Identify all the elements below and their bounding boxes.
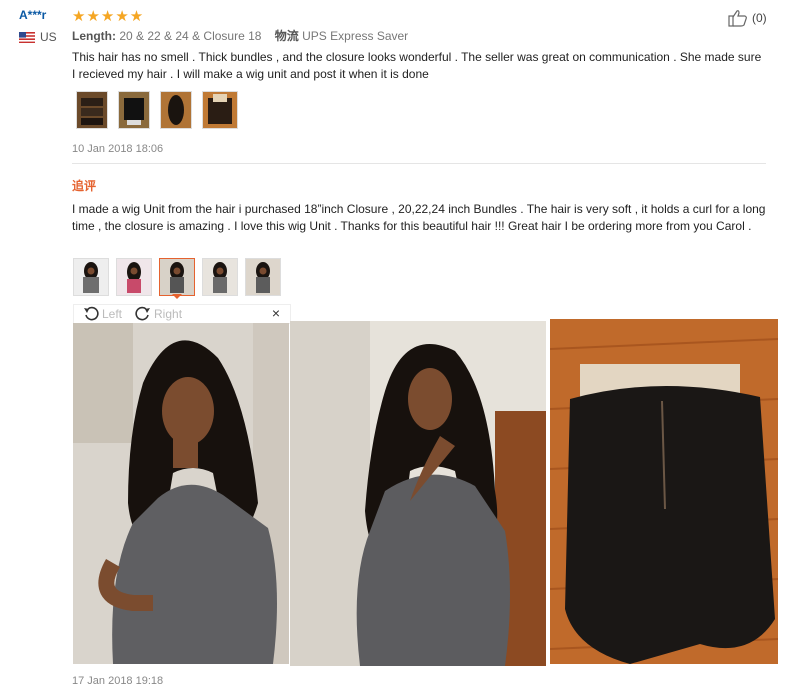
helpful-count: (0) — [752, 11, 767, 25]
us-flag-icon — [19, 31, 35, 43]
review-photo-thumb[interactable] — [76, 91, 108, 129]
photo-closure — [550, 319, 778, 664]
divider — [72, 163, 766, 164]
rotate-left-button[interactable]: Left — [82, 306, 122, 322]
close-icon[interactable]: × — [272, 305, 280, 321]
review-date: 10 Jan 2018 18:06 — [72, 143, 164, 155]
rotate-right-icon — [135, 306, 151, 321]
country-code: US — [40, 30, 57, 44]
helpful-button[interactable]: (0) — [728, 9, 767, 27]
rotate-right-button[interactable]: Right — [134, 306, 182, 322]
additional-photo-thumb[interactable] — [245, 258, 281, 296]
additional-review-date: 17 Jan 2018 19:18 — [72, 675, 164, 687]
product-attributes: Length: 20 & 22 & 24 & Closure 18 物流 UPS… — [72, 27, 408, 44]
review-text: This hair has no smell . Thick bundles ,… — [72, 50, 762, 81]
additional-review-label: 追评 — [72, 179, 97, 193]
review-photo-thumb[interactable] — [202, 91, 238, 129]
length-label: Length: — [72, 29, 116, 43]
photo-wig-front — [73, 323, 289, 664]
rotate-left-label: Left — [102, 307, 123, 321]
selected-thumb-pointer — [172, 294, 182, 299]
rotate-right-label: Right — [154, 307, 183, 321]
thumbs-up-icon — [728, 10, 747, 27]
additional-photo-thumb[interactable] — [202, 258, 238, 296]
photo-wig-side — [290, 321, 546, 666]
rotate-left-icon — [84, 306, 99, 321]
star-rating: ★★★★★ — [72, 8, 145, 25]
image-viewer-toolbar: Left Right × — [73, 304, 291, 324]
shipping-label: 物流 — [274, 29, 299, 43]
additional-photo-thumb[interactable] — [116, 258, 152, 296]
review-photo-thumb[interactable] — [118, 91, 150, 129]
additional-photo-thumb[interactable] — [73, 258, 109, 296]
additional-photo-thumb-selected[interactable] — [159, 258, 195, 296]
review-photo-thumb[interactable] — [160, 91, 192, 129]
reviewer-country: US — [19, 30, 57, 44]
additional-review-text: I made a wig Unit from the hair i purcha… — [72, 202, 766, 233]
shipping-value: UPS Express Saver — [302, 29, 409, 43]
reviewer-name: A***r — [19, 8, 47, 22]
length-value: 20 & 22 & 24 & Closure 18 — [119, 29, 262, 43]
